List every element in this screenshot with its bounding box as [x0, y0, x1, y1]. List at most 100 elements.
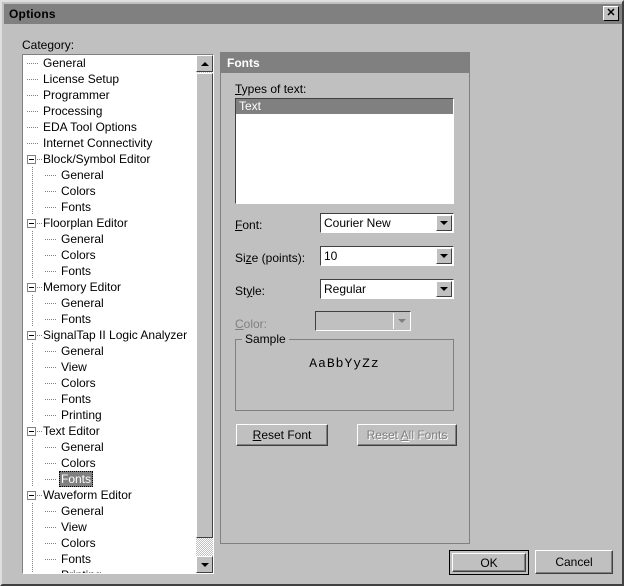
tree-item-fonts[interactable]: Fonts: [23, 551, 197, 567]
tree-item-label: General: [61, 296, 104, 310]
tree-connector-dots: [45, 175, 57, 176]
font-style-combobox[interactable]: Regular: [320, 279, 454, 299]
tree-item-colors[interactable]: Colors: [23, 535, 197, 551]
tree-item-eda-tool-options[interactable]: EDA Tool Options: [23, 119, 197, 135]
tree-item-general[interactable]: General: [23, 295, 197, 311]
tree-item-block-symbol-editor[interactable]: Block/Symbol Editor: [23, 151, 197, 167]
tree-item-processing[interactable]: Processing: [23, 103, 197, 119]
tree-item-view[interactable]: View: [23, 359, 197, 375]
category-label: Category:: [22, 38, 75, 52]
tree-item-label: Fonts: [61, 392, 92, 406]
tree-connector-dots: [27, 127, 39, 128]
tree-item-printing[interactable]: Printing: [23, 567, 197, 573]
tree-connector-vertical: [32, 551, 33, 567]
cancel-button-label: Cancel: [555, 555, 593, 569]
tree-connector-dots: [45, 415, 57, 416]
tree-item-colors[interactable]: Colors: [23, 455, 197, 471]
tree-collapse-icon[interactable]: [27, 427, 36, 436]
tree-item-label: Fonts: [61, 312, 92, 326]
tree-collapse-icon[interactable]: [27, 219, 36, 228]
tree-item-label: Memory Editor: [43, 280, 122, 294]
category-tree-view[interactable]: General License Setup Programmer Processing…: [22, 54, 214, 574]
tree-item-general[interactable]: General: [23, 231, 197, 247]
tree-connector-dots: [45, 319, 57, 320]
tree-item-printing[interactable]: Printing: [23, 407, 197, 423]
tree-connector-dots: [45, 447, 57, 448]
window-title: Options: [9, 7, 56, 21]
tree-item-internet-connectivity[interactable]: Internet Connectivity: [23, 135, 197, 151]
tree-item-fonts[interactable]: Fonts: [23, 199, 197, 215]
tree-connector-dots: [45, 351, 57, 352]
tree-connector-vertical: [32, 407, 33, 423]
tree-item-waveform-editor[interactable]: Waveform Editor: [23, 487, 197, 503]
scroll-down-arrow-icon[interactable]: [196, 556, 213, 573]
tree-item-fonts[interactable]: Fonts: [23, 391, 197, 407]
tree-connector-dots: [45, 383, 57, 384]
tree-item-license-setup[interactable]: License Setup: [23, 71, 197, 87]
tree-item-label: General: [61, 168, 104, 182]
font-size-combobox[interactable]: 10: [320, 246, 454, 266]
tree-item-text-editor[interactable]: Text Editor: [23, 423, 197, 439]
tree-item-memory-editor[interactable]: Memory Editor: [23, 279, 197, 295]
tree-connector-dots: [27, 143, 39, 144]
tree-item-label: Colors: [61, 184, 96, 198]
tree-item-general[interactable]: General: [23, 343, 197, 359]
tree-item-signaltap-ii-logic-analyzer[interactable]: SignalTap II Logic Analyzer: [23, 327, 197, 343]
chevron-down-triangle: [397, 319, 406, 323]
ok-button[interactable]: OK: [452, 553, 526, 572]
tree-item-label: General: [61, 232, 104, 246]
tree-item-fonts[interactable]: Fonts: [23, 471, 197, 487]
close-icon[interactable]: ✕: [603, 6, 619, 21]
style-label-post: le:: [252, 284, 266, 298]
tree-item-colors[interactable]: Colors: [23, 375, 197, 391]
list-item[interactable]: Text: [236, 99, 453, 114]
chevron-down-icon[interactable]: [436, 281, 452, 297]
cancel-button[interactable]: Cancel: [535, 550, 613, 574]
tree-collapse-icon[interactable]: [27, 331, 36, 340]
category-tree-scrollbar[interactable]: [196, 55, 213, 573]
tree-item-label: License Setup: [43, 72, 120, 86]
tree-collapse-icon[interactable]: [27, 155, 36, 164]
tree-item-general[interactable]: General: [23, 439, 197, 455]
tree-item-label: General: [61, 440, 104, 454]
tree-item-fonts[interactable]: Fonts: [23, 263, 197, 279]
types-of-text-list[interactable]: Text: [235, 98, 454, 204]
tree-connector-dots: [27, 63, 39, 64]
tree-connector-vertical: [32, 455, 33, 471]
tree-item-fonts[interactable]: Fonts: [23, 311, 197, 327]
tree-connector-dots: [45, 239, 57, 240]
chevron-down-icon[interactable]: [436, 215, 452, 231]
tree-item-colors[interactable]: Colors: [23, 183, 197, 199]
font-family-combobox[interactable]: Courier New: [320, 213, 454, 233]
reset-font-button[interactable]: Reset Font: [236, 424, 328, 446]
tree-item-general[interactable]: General: [23, 55, 197, 71]
tree-item-label: Colors: [61, 536, 96, 550]
tree-item-label: View: [61, 520, 87, 534]
scrollbar-thumb[interactable]: [196, 73, 213, 538]
tree-collapse-icon[interactable]: [27, 283, 36, 292]
scroll-up-arrow-icon[interactable]: [196, 55, 213, 72]
chevron-down-icon[interactable]: [436, 248, 452, 264]
title-bar[interactable]: Options ✕: [4, 4, 622, 24]
tree-connector-vertical: [32, 375, 33, 391]
color-combobox: [315, 311, 411, 331]
tree-item-general[interactable]: General: [23, 503, 197, 519]
tree-connector-dots: [45, 191, 57, 192]
style-label: Style:: [235, 284, 265, 298]
tree-connector-vertical: [32, 503, 33, 519]
tree-connector-dots: [45, 255, 57, 256]
tree-item-floorplan-editor[interactable]: Floorplan Editor: [23, 215, 197, 231]
tree-item-view[interactable]: View: [23, 519, 197, 535]
tree-item-label: View: [61, 360, 87, 374]
tree-item-colors[interactable]: Colors: [23, 247, 197, 263]
tree-item-programmer[interactable]: Programmer: [23, 87, 197, 103]
tree-item-label: General: [43, 56, 86, 70]
tree-collapse-icon[interactable]: [27, 491, 36, 500]
tree-item-label: Processing: [43, 104, 103, 118]
tree-connector-vertical: [32, 439, 33, 455]
reset-all-fonts-accel: A: [400, 428, 409, 442]
color-label-accel: C: [235, 317, 244, 331]
tree-item-general[interactable]: General: [23, 167, 197, 183]
font-style-value: Regular: [324, 282, 367, 296]
tree-connector-vertical: [32, 343, 33, 359]
